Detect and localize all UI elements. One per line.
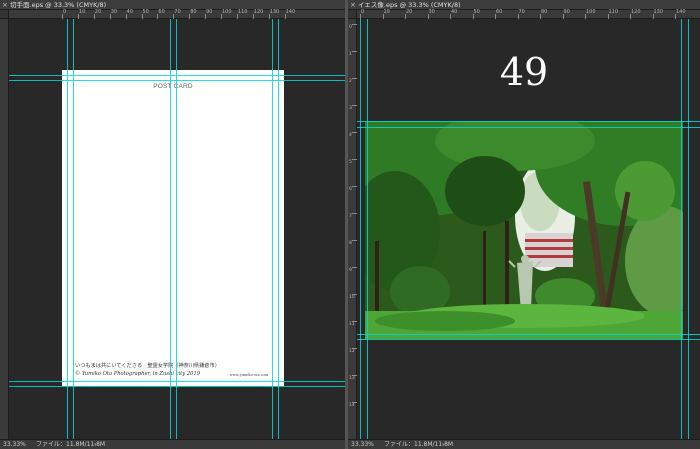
- ruler-tick: [352, 24, 357, 25]
- guide-vertical[interactable]: [73, 19, 74, 439]
- ruler-label: 80: [190, 9, 197, 15]
- ruler-label: 13: [349, 376, 355, 381]
- ruler-label: 140: [676, 9, 686, 15]
- ruler-label: 10: [349, 295, 355, 300]
- ruler-label: 140: [285, 9, 296, 15]
- ruler-label: 20: [406, 9, 413, 15]
- ruler-label: 5: [349, 160, 352, 165]
- ruler-label: 0: [349, 25, 352, 30]
- guide-horizontal[interactable]: [9, 386, 345, 387]
- horizontal-ruler[interactable]: 0 10 20 30 40 50 60 70 80 90 100 110 120 130 140: [0, 10, 345, 19]
- guide-horizontal[interactable]: [9, 80, 345, 81]
- ruler-label: 0: [361, 9, 365, 15]
- guide-horizontal[interactable]: [357, 121, 700, 122]
- page-number: 49: [499, 50, 549, 94]
- ruler-label: 30: [110, 9, 118, 15]
- zoom-level[interactable]: 33.33%: [351, 440, 374, 449]
- forest-photo-image: [365, 121, 683, 339]
- ruler-label: 4: [349, 133, 352, 138]
- guide-horizontal[interactable]: [357, 127, 700, 128]
- ruler-label: 130: [269, 9, 280, 15]
- guide-vertical[interactable]: [367, 19, 368, 439]
- ruler-label: 8: [349, 241, 352, 246]
- status-bar: 33.33% ファイル：11.8M/11.8M ›: [0, 439, 345, 449]
- guide-vertical[interactable]: [688, 19, 689, 439]
- ruler-label: 100: [586, 9, 596, 15]
- ruler-label: 6: [349, 187, 352, 192]
- close-tab-icon[interactable]: ×: [2, 0, 8, 10]
- status-bar: 33.33% ファイル：11.8M/11.8M ›: [348, 439, 700, 449]
- ruler-tick: [352, 186, 357, 187]
- zoom-level[interactable]: 33.33%: [3, 440, 26, 449]
- ruler-tick: [352, 240, 357, 241]
- guide-vertical[interactable]: [170, 19, 171, 439]
- ruler-tick: [352, 267, 357, 268]
- ruler-label: 10: [78, 9, 86, 15]
- ruler-label: 110: [237, 9, 248, 15]
- guide-vertical[interactable]: [360, 19, 361, 439]
- ruler-label: 30: [428, 9, 435, 15]
- ruler-label: 120: [631, 9, 641, 15]
- guide-horizontal[interactable]: [357, 339, 700, 340]
- ruler-label: 50: [142, 9, 149, 15]
- ruler-label: 20: [94, 9, 102, 15]
- ruler-label: 14: [349, 403, 355, 408]
- ruler-label: 10: [383, 9, 390, 15]
- tab-title: 切手面.eps @ 33.3% (CMYK/8): [10, 1, 107, 9]
- close-tab-icon[interactable]: ×: [350, 0, 356, 10]
- postcard-url: www.yumiko-ota.com: [229, 372, 268, 377]
- ruler-label: 12: [349, 349, 355, 354]
- ruler-label: 70: [174, 9, 181, 15]
- ruler-label: 110: [608, 9, 619, 15]
- postcard-credit: © Yumiko Ota Photographer, in Zushi city…: [75, 371, 201, 377]
- guide-horizontal[interactable]: [9, 381, 345, 382]
- right-document-window[interactable]: × イエス像.eps @ 33.3% (CMYK/8) 0 10 20 30 40 50 6…: [348, 0, 700, 449]
- status-menu-arrow-icon[interactable]: ›: [442, 440, 444, 449]
- ruler-label: 60: [496, 9, 503, 15]
- ruler-label: 60: [158, 9, 165, 15]
- ruler-tick: [352, 213, 357, 214]
- ruler-label: 0: [63, 9, 67, 15]
- guide-vertical[interactable]: [272, 19, 273, 439]
- ruler-label: 90: [563, 9, 570, 15]
- ruler-label: 9: [349, 268, 352, 273]
- jesus-statue-photo[interactable]: [365, 121, 683, 339]
- guide-vertical[interactable]: [67, 19, 68, 439]
- guide-vertical[interactable]: [176, 19, 177, 439]
- ruler-label: 50: [473, 9, 480, 15]
- postcard-canvas[interactable]: POST CARD いつもまは共にいてくださる 聖霊女学院（神奈川県鎌倉市） ©…: [62, 70, 284, 386]
- ruler-label: 40: [126, 9, 133, 15]
- horizontal-ruler[interactable]: 0 10 20 30 40 50 60 70 80 90 100 110 120 130 140: [348, 10, 700, 19]
- postcard-message: いつもまは共にいてくださる 聖霊女学院（神奈川県鎌倉市）: [75, 363, 220, 369]
- ruler-label: 7: [349, 214, 352, 219]
- ruler-label: 120: [253, 9, 264, 15]
- ruler-label: 100: [222, 9, 232, 15]
- ruler-label: 3: [349, 106, 352, 111]
- ruler-label: 40: [451, 9, 458, 15]
- guide-horizontal[interactable]: [357, 334, 700, 335]
- ruler-tick: [352, 132, 357, 133]
- vertical-ruler[interactable]: [0, 19, 9, 439]
- left-document-window[interactable]: × 切手面.eps @ 33.3% (CMYK/8) 0 10 20 30 40 50 60…: [0, 0, 345, 449]
- ruler-label: 130: [653, 9, 664, 15]
- ruler-tick: [352, 105, 357, 106]
- guide-horizontal[interactable]: [9, 75, 345, 76]
- ruler-label: 90: [206, 9, 213, 15]
- ruler-label: 80: [541, 9, 548, 15]
- ruler-origin[interactable]: [0, 10, 9, 19]
- ruler-label: 70: [518, 9, 525, 15]
- ruler-label: 11: [349, 322, 355, 327]
- guide-vertical[interactable]: [278, 19, 279, 439]
- guide-vertical[interactable]: [681, 19, 682, 439]
- ruler-origin[interactable]: [348, 10, 357, 19]
- status-menu-arrow-icon[interactable]: ›: [94, 440, 96, 449]
- postcard-title: POST CARD: [153, 83, 193, 90]
- ruler-tick: [352, 159, 357, 160]
